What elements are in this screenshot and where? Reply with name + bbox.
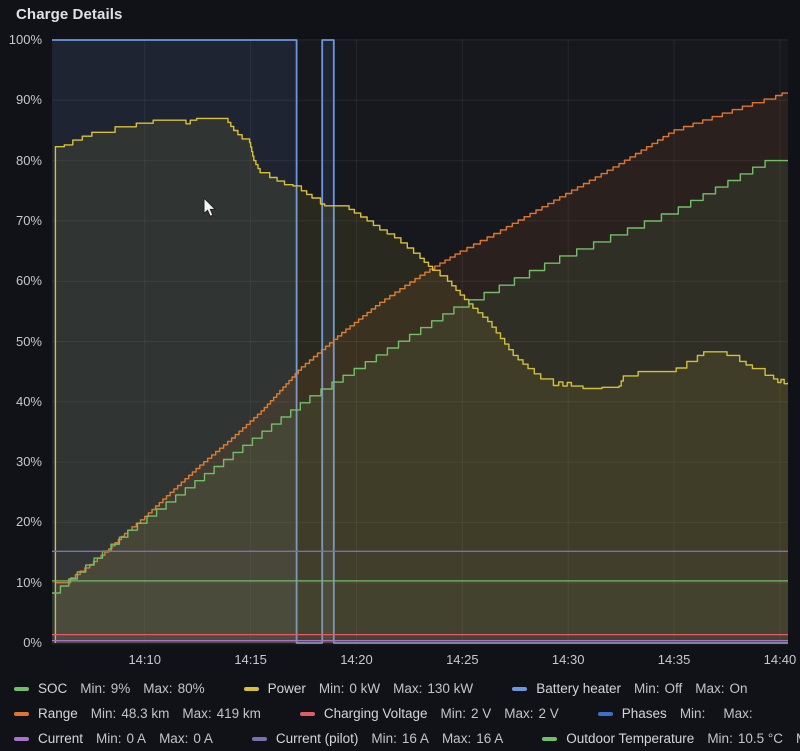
- legend-min-label: Min:: [680, 706, 706, 721]
- y-axis-label: 30%: [0, 454, 42, 469]
- plot-svg[interactable]: [52, 39, 788, 645]
- legend-swatch-current: [14, 737, 29, 741]
- legend-min-label: Min:: [707, 731, 733, 746]
- x-axis-label: 14:35: [650, 652, 698, 667]
- legend-max-value: On: [730, 681, 748, 696]
- grafana-panel: { "panel": { "title": "Charge Details" }…: [0, 0, 800, 750]
- legend-item-outdoor-temperature[interactable]: Outdoor TemperatureMin:10.5 °CMax:10.5 °…: [542, 731, 800, 746]
- legend-max-label: Max:: [159, 731, 188, 746]
- legend-min-value: 0 kW: [349, 681, 380, 696]
- y-axis-label: 50%: [0, 334, 42, 349]
- legend-swatch-current-pilot: [252, 737, 267, 741]
- legend-label: Current (pilot): [276, 731, 359, 746]
- x-axis-label: 14:20: [332, 652, 380, 667]
- legend-max-value: 2 V: [539, 706, 559, 721]
- legend-max-label: Max:: [182, 706, 211, 721]
- legend-min-label: Min:: [91, 706, 117, 721]
- legend-item-soc[interactable]: SOC Min: 9% Max: 80%: [14, 681, 218, 696]
- legend-max-label: Max:: [796, 731, 800, 746]
- series-fill-current-pilot: [52, 551, 788, 643]
- legend-label: Battery heater: [536, 681, 621, 696]
- legend-max-value: 80%: [178, 681, 205, 696]
- legend-max-value: 16 A: [476, 731, 503, 746]
- y-axis: 0%10%20%30%40%50%60%70%80%90%100%: [0, 39, 48, 645]
- x-axis-label: 14:15: [227, 652, 275, 667]
- legend-label: Phases: [622, 706, 667, 721]
- legend-item-phases[interactable]: Phases Min: Max:: [598, 706, 771, 721]
- y-axis-label: 80%: [0, 153, 42, 168]
- legend-min-label: Min:: [80, 681, 106, 696]
- legend-min-label: Min:: [440, 706, 466, 721]
- legend-item-battery-heater[interactable]: Battery heater Min: Off Max: On: [512, 681, 760, 696]
- legend-swatch-range: [14, 712, 29, 716]
- legend-label: Outdoor Temperature: [566, 731, 694, 746]
- y-axis-label: 70%: [0, 213, 42, 228]
- legend-swatch-power: [244, 687, 259, 691]
- legend-swatch-phases: [598, 712, 613, 716]
- legend-item-current-pilot[interactable]: Current (pilot) Min: 16 A Max: 16 A: [252, 731, 516, 746]
- legend-label: Current: [38, 731, 83, 746]
- legend-max-label: Max:: [723, 706, 752, 721]
- legend-swatch-charging-voltage: [300, 712, 315, 716]
- legend-min-value: 10.5 °C: [738, 731, 783, 746]
- legend-min-label: Min:: [319, 681, 345, 696]
- panel-title[interactable]: Charge Details: [16, 6, 122, 23]
- legend-row: SOC Min: 9% Max: 80% Power Min: 0 kW Max: 130 kW B…: [14, 676, 794, 701]
- legend-swatch-battery-heater: [512, 687, 527, 691]
- legend-max-label: Max:: [504, 706, 533, 721]
- legend-min-label: Min:: [371, 731, 397, 746]
- legend-min-value: 2 V: [471, 706, 491, 721]
- series-fill-charging-voltage: [52, 635, 788, 643]
- legend-swatch-soc: [14, 687, 29, 691]
- y-axis-label: 90%: [0, 92, 42, 107]
- legend-max-value: 130 kW: [427, 681, 473, 696]
- x-axis-label: 14:40: [756, 652, 800, 667]
- x-axis-label: 14:30: [544, 652, 592, 667]
- y-axis-label: 60%: [0, 273, 42, 288]
- legend-max-label: Max:: [442, 731, 471, 746]
- legend-max-value: 0 A: [193, 731, 213, 746]
- legend-min-value: 0 A: [127, 731, 147, 746]
- legend-max-label: Max:: [695, 681, 724, 696]
- legend-min-value: Off: [665, 681, 683, 696]
- x-axis-label: 14:10: [121, 652, 169, 667]
- legend: SOC Min: 9% Max: 80% Power Min: 0 kW Max: 130 kW B…: [14, 676, 794, 751]
- legend-label: SOC: [38, 681, 67, 696]
- legend-max-label: Max:: [143, 681, 172, 696]
- y-axis-label: 0%: [0, 635, 42, 650]
- legend-row: Range Min: 48.3 km Max: 419 km Charging Volta…: [14, 701, 794, 726]
- legend-max-label: Max:: [393, 681, 422, 696]
- legend-min-value: 48.3 km: [121, 706, 169, 721]
- y-axis-label: 40%: [0, 394, 42, 409]
- legend-min-label: Min:: [634, 681, 660, 696]
- x-axis: 14:1014:1514:2014:2514:3014:3514:40: [52, 652, 788, 672]
- y-axis-label: 20%: [0, 514, 42, 529]
- legend-label: Charging Voltage: [324, 706, 428, 721]
- legend-item-current[interactable]: Current Min: 0 A Max: 0 A: [14, 731, 226, 746]
- legend-swatch-outdoor-temperature: [542, 737, 557, 741]
- y-axis-label: 100%: [0, 32, 42, 47]
- legend-min-label: Min:: [96, 731, 122, 746]
- x-axis-label: 14:25: [438, 652, 486, 667]
- legend-item-range[interactable]: Range Min: 48.3 km Max: 419 km: [14, 706, 274, 721]
- legend-max-value: 419 km: [217, 706, 261, 721]
- chart-plot[interactable]: [52, 39, 788, 645]
- legend-item-power[interactable]: Power Min: 0 kW Max: 130 kW: [244, 681, 487, 696]
- legend-row: Current Min: 0 A Max: 0 A Current (pilot) Min:…: [14, 726, 794, 751]
- legend-min-value: 9%: [111, 681, 131, 696]
- legend-label: Power: [268, 681, 306, 696]
- y-axis-label: 10%: [0, 575, 42, 590]
- legend-min-value: 16 A: [402, 731, 429, 746]
- legend-item-charging-voltage[interactable]: Charging Voltage Min: 2 V Max: 2 V: [300, 706, 572, 721]
- legend-label: Range: [38, 706, 78, 721]
